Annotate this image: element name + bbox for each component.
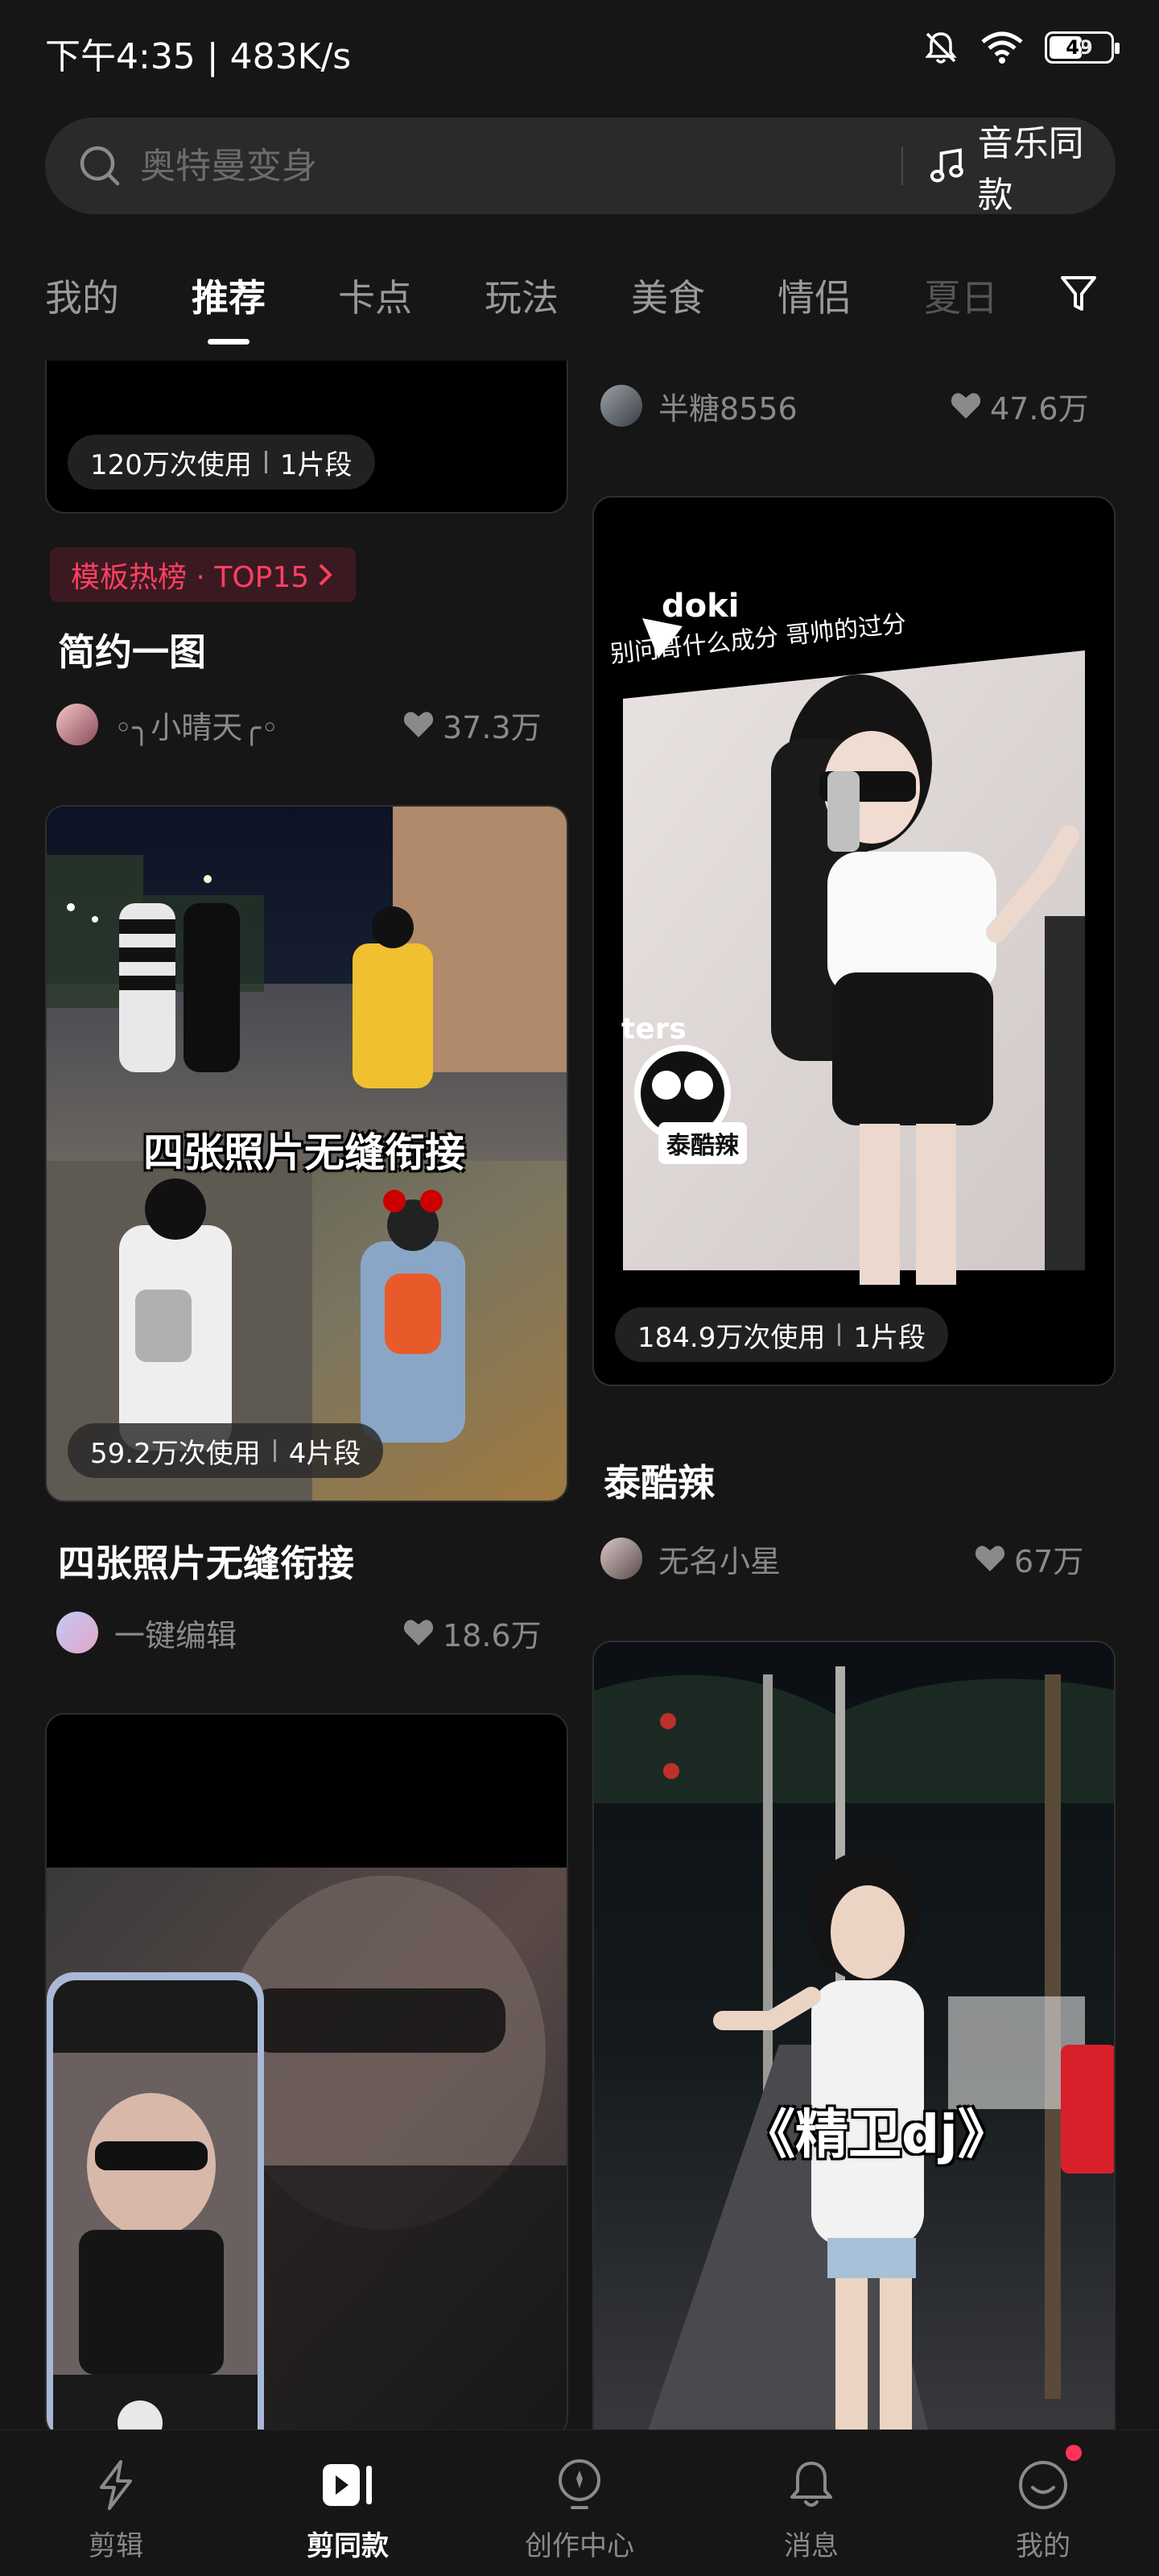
tab-summer[interactable]: 夏日 <box>924 269 998 322</box>
side-text: ters <box>621 1013 687 1046</box>
author-name: 一键编辑 <box>114 1617 237 1653</box>
avatar <box>56 704 98 745</box>
like-number: 18.6万 <box>443 1617 542 1653</box>
template-card[interactable]: 《精卫dj》 <box>592 1641 1116 2429</box>
segment-count: 1片段 <box>279 448 353 481</box>
search-divider <box>901 147 903 185</box>
nav-profile[interactable]: 我的 <box>963 2430 1124 2576</box>
usage-badge: 184.9万次使用 1片段 <box>615 1307 948 1362</box>
smile-icon <box>1019 2461 1067 2509</box>
author-name: ◦╮小晴天╭◦ <box>114 709 279 745</box>
like-count[interactable]: 67万 <box>974 1534 1083 1583</box>
hot-ranking-label: 模板热榜 · TOP15 <box>71 561 310 594</box>
status-icons: 49 <box>922 29 1120 66</box>
nav-label: 剪同款 <box>307 2530 389 2562</box>
nav-label: 剪辑 <box>89 2530 143 2562</box>
author-info[interactable]: 半糖8556 <box>600 382 798 430</box>
category-tabs: 我的 推荐 卡点 玩法 美食 情侣 夏日 <box>0 250 1159 338</box>
heart-icon <box>975 1546 1005 1571</box>
template-title[interactable]: 泰酷辣 <box>604 1454 715 1507</box>
like-count[interactable]: 37.3万 <box>402 700 542 749</box>
like-number: 37.3万 <box>443 709 542 745</box>
notification-dot <box>1066 2445 1082 2461</box>
bottom-navigation: 剪辑 剪同款 创作中心 消息 我的 <box>0 2429 1159 2576</box>
author-info[interactable]: 无名小星 <box>600 1534 781 1583</box>
avatar <box>56 1612 98 1653</box>
usage-separator <box>264 451 267 473</box>
nav-label: 消息 <box>784 2530 839 2562</box>
heart-icon <box>403 712 434 737</box>
music-same-label: 音乐同款 <box>977 123 1084 216</box>
search-icon <box>80 146 120 186</box>
template-preview-image <box>47 1715 567 2429</box>
template-title[interactable]: 四张照片无缝衔接 <box>58 1534 354 1587</box>
like-count[interactable]: 18.6万 <box>402 1608 542 1657</box>
status-bar: 下午4:35 | 483K/s 49 <box>0 0 1159 105</box>
like-number: 47.6万 <box>990 390 1089 427</box>
mute-bell-icon <box>925 32 957 64</box>
nav-label: 创作中心 <box>525 2530 634 2562</box>
bolt-icon <box>100 2460 132 2510</box>
wifi-icon <box>981 31 1023 64</box>
battery-level: 49 <box>1066 36 1093 59</box>
usage-count: 184.9万次使用 <box>637 1321 826 1354</box>
template-card[interactable]: 120万次使用 1片段 <box>45 361 568 514</box>
usage-count: 59.2万次使用 <box>90 1437 261 1470</box>
template-overlay-text: 四张照片无缝衔接 <box>143 1129 465 1176</box>
template-overlay-text: 《精卫dj》 <box>742 2103 1011 2165</box>
segment-count: 4片段 <box>288 1437 361 1470</box>
filter-icon[interactable] <box>1059 274 1098 314</box>
template-card[interactable]: 四张照片无缝衔接 59.2万次使用 4片段 <box>45 805 568 1502</box>
play-icon <box>323 2464 372 2506</box>
tab-beat[interactable]: 卡点 <box>338 269 412 322</box>
chevron-right-icon <box>319 564 333 586</box>
template-card[interactable] <box>45 1713 568 2429</box>
music-note-icon <box>930 148 963 183</box>
tab-recommend[interactable]: 推荐 <box>192 269 266 322</box>
template-feed: 120万次使用 1片段 模板热榜 · TOP15 简约一图 ◦╮小晴天╭◦ 37… <box>0 361 1159 2429</box>
heart-icon <box>951 393 981 419</box>
bulb-icon <box>559 2459 600 2509</box>
nav-creator-center[interactable]: 创作中心 <box>499 2430 660 2576</box>
nav-edit[interactable]: 剪辑 <box>35 2430 196 2576</box>
like-count[interactable]: 47.6万 <box>950 382 1089 430</box>
author-name: 无名小星 <box>658 1543 782 1579</box>
author-info[interactable]: ◦╮小晴天╭◦ <box>56 700 279 749</box>
heart-icon <box>403 1620 434 1645</box>
template-card[interactable]: doki 别问哥什么成分 哥帅的过分 ters 泰酷辣 184.9万次使用 1片… <box>592 496 1116 1386</box>
status-time: 下午4:35 | 483K/s <box>45 36 352 77</box>
search-bar[interactable]: 音乐同款 <box>45 118 1116 216</box>
avatar <box>600 385 642 427</box>
author-info[interactable]: 一键编辑 <box>56 1608 237 1657</box>
nav-template[interactable]: 剪同款 <box>267 2430 428 2576</box>
avatar <box>600 1538 642 1579</box>
bell-icon <box>790 2462 832 2507</box>
usage-separator <box>273 1439 276 1462</box>
tab-mine[interactable]: 我的 <box>45 269 119 322</box>
template-title[interactable]: 简约一图 <box>58 623 206 676</box>
sticker-text: 泰酷辣 <box>658 1122 747 1164</box>
nav-label: 我的 <box>1016 2530 1070 2562</box>
doki-logo: doki <box>662 588 740 625</box>
usage-count: 120万次使用 <box>90 448 252 481</box>
usage-badge: 120万次使用 1片段 <box>68 435 375 489</box>
music-same-button[interactable]: 音乐同款 <box>927 123 1116 216</box>
author-name: 半糖8556 <box>658 390 798 427</box>
search-input[interactable] <box>140 134 832 198</box>
hot-ranking-badge[interactable]: 模板热榜 · TOP15 <box>50 547 357 602</box>
tab-gameplay[interactable]: 玩法 <box>485 269 559 322</box>
segment-count: 1片段 <box>853 1321 926 1354</box>
tab-couple[interactable]: 情侣 <box>777 269 852 322</box>
nav-messages[interactable]: 消息 <box>731 2430 892 2576</box>
like-number: 67万 <box>1014 1543 1084 1579</box>
template-preview-image <box>594 1642 1114 2429</box>
usage-separator <box>838 1323 841 1346</box>
battery-icon: 49 <box>1045 31 1120 64</box>
tab-food[interactable]: 美食 <box>631 269 705 322</box>
usage-badge: 59.2万次使用 4片段 <box>68 1423 384 1478</box>
